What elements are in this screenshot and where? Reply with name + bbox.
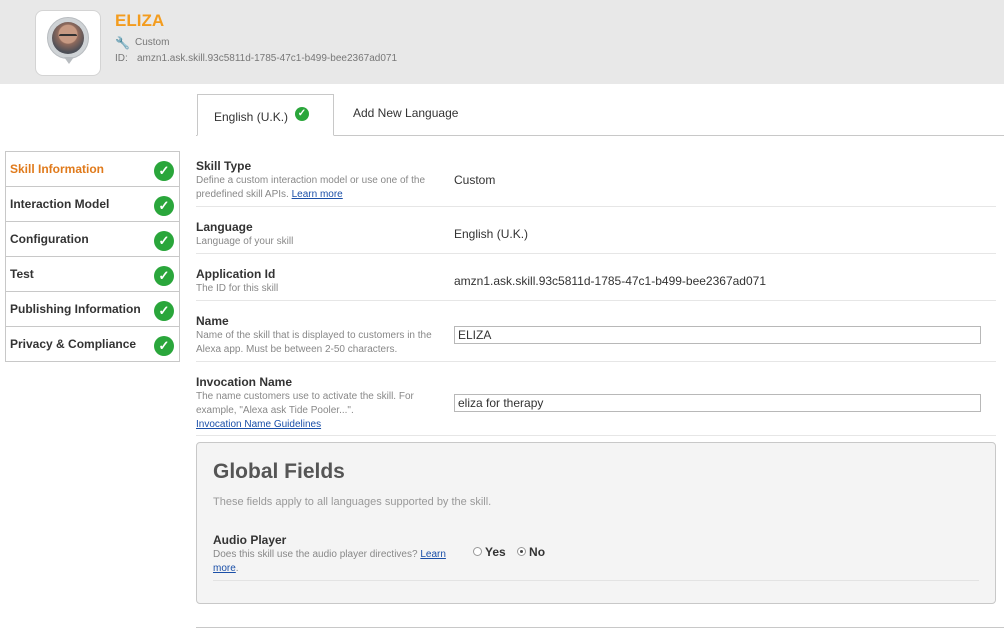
avatar-bubble-tail xyxy=(64,57,74,64)
sidebar-nav: Skill Information ✓ Interaction Model ✓ … xyxy=(5,151,180,362)
row-application-id: Application Id The ID for this skill amz… xyxy=(196,267,996,301)
sidebar-item-label: Interaction Model xyxy=(10,197,110,211)
sidebar-item-label: Test xyxy=(10,267,34,281)
invocation-name-input[interactable]: eliza for therapy xyxy=(454,394,981,412)
check-circle-icon: ✓ xyxy=(154,161,174,181)
check-circle-icon: ✓ xyxy=(295,107,309,121)
avatar-photo xyxy=(52,22,84,54)
avatar-glasses xyxy=(59,34,77,40)
sidebar-item-skill-information[interactable]: Skill Information ✓ xyxy=(6,152,179,187)
name-input[interactable]: ELIZA xyxy=(454,326,981,344)
audio-player-title: Audio Player xyxy=(213,533,287,547)
skill-type-label: Custom xyxy=(135,37,170,48)
global-divider xyxy=(213,580,979,581)
skill-header: ELIZA 🔧 Custom ID: amzn1.ask.skill.93c58… xyxy=(0,0,1004,84)
audio-player-yes-label[interactable]: Yes xyxy=(485,545,506,559)
language-title: Language xyxy=(196,220,253,234)
sidebar-item-configuration[interactable]: Configuration ✓ xyxy=(6,222,179,257)
skill-avatar xyxy=(35,10,101,76)
audio-player-yes-radio[interactable] xyxy=(473,547,482,557)
invocation-name-desc-text: The name customers use to activate the s… xyxy=(196,391,414,416)
global-fields-desc: These fields apply to all languages supp… xyxy=(213,496,492,508)
sidebar-item-interaction-model[interactable]: Interaction Model ✓ xyxy=(6,187,179,222)
audio-player-radio-group: Yes No xyxy=(473,545,553,559)
audio-player-no-label[interactable]: No xyxy=(529,545,545,559)
sidebar-item-label: Publishing Information xyxy=(10,302,141,316)
tab-add-new-language[interactable]: Add New Language xyxy=(353,106,458,120)
skill-name: ELIZA xyxy=(115,11,165,30)
language-desc: Language of your skill xyxy=(196,236,294,247)
name-title: Name xyxy=(196,314,229,328)
global-fields-title: Global Fields xyxy=(213,460,345,483)
sidebar-item-label: Skill Information xyxy=(10,162,105,176)
sidebar-item-privacy-compliance[interactable]: Privacy & Compliance ✓ xyxy=(6,327,179,362)
wrench-icon: 🔧 xyxy=(115,36,130,50)
row-skill-type: Skill Type Define a custom interaction m… xyxy=(196,159,996,207)
check-circle-icon: ✓ xyxy=(154,266,174,286)
name-desc: Name of the skill that is displayed to c… xyxy=(196,330,432,355)
sidebar-item-publishing-information[interactable]: Publishing Information ✓ xyxy=(6,292,179,327)
sidebar-item-label: Configuration xyxy=(10,232,89,246)
avatar-speech-bubble xyxy=(47,17,89,59)
skill-id: amzn1.ask.skill.93c5811d-1785-47c1-b499-… xyxy=(137,53,397,64)
skill-type-desc: Define a custom interaction model or use… xyxy=(196,174,446,202)
skill-type-value: Custom xyxy=(454,173,496,187)
check-circle-icon: ✓ xyxy=(154,196,174,216)
check-circle-icon: ✓ xyxy=(154,336,174,356)
check-circle-icon: ✓ xyxy=(154,301,174,321)
learn-more-link[interactable]: Learn more xyxy=(292,189,343,200)
application-id-desc: The ID for this skill xyxy=(196,283,279,294)
bottom-divider xyxy=(196,627,1004,628)
language-value: English (U.K.) xyxy=(454,227,529,241)
invocation-name-title: Invocation Name xyxy=(196,375,293,389)
invocation-name-guidelines-link[interactable]: Invocation Name Guidelines xyxy=(196,419,321,430)
row-language: Language Language of your skill English … xyxy=(196,220,996,254)
sidebar-item-test[interactable]: Test ✓ xyxy=(6,257,179,292)
tab-english-uk[interactable]: English (U.K.) ✓ xyxy=(197,94,334,136)
skill-type-title: Skill Type xyxy=(196,159,252,173)
check-circle-icon: ✓ xyxy=(154,231,174,251)
audio-player-desc-text: Does this skill use the audio player dir… xyxy=(213,549,418,560)
tab-english-uk-label: English (U.K.) xyxy=(214,110,289,124)
global-fields-panel: Global Fields These fields apply to all … xyxy=(196,442,996,604)
application-id-value: amzn1.ask.skill.93c5811d-1785-47c1-b499-… xyxy=(454,274,766,288)
audio-player-desc: Does this skill use the audio player dir… xyxy=(213,549,446,574)
row-invocation-name: Invocation Name The name customers use t… xyxy=(196,375,996,436)
invocation-name-desc: The name customers use to activate the s… xyxy=(196,390,446,432)
row-name: Name Name of the skill that is displayed… xyxy=(196,314,996,362)
application-id-title: Application Id xyxy=(196,267,276,281)
sidebar-item-label: Privacy & Compliance xyxy=(10,337,137,351)
audio-player-no-radio[interactable] xyxy=(517,547,527,557)
skill-id-label: ID: xyxy=(115,53,128,64)
